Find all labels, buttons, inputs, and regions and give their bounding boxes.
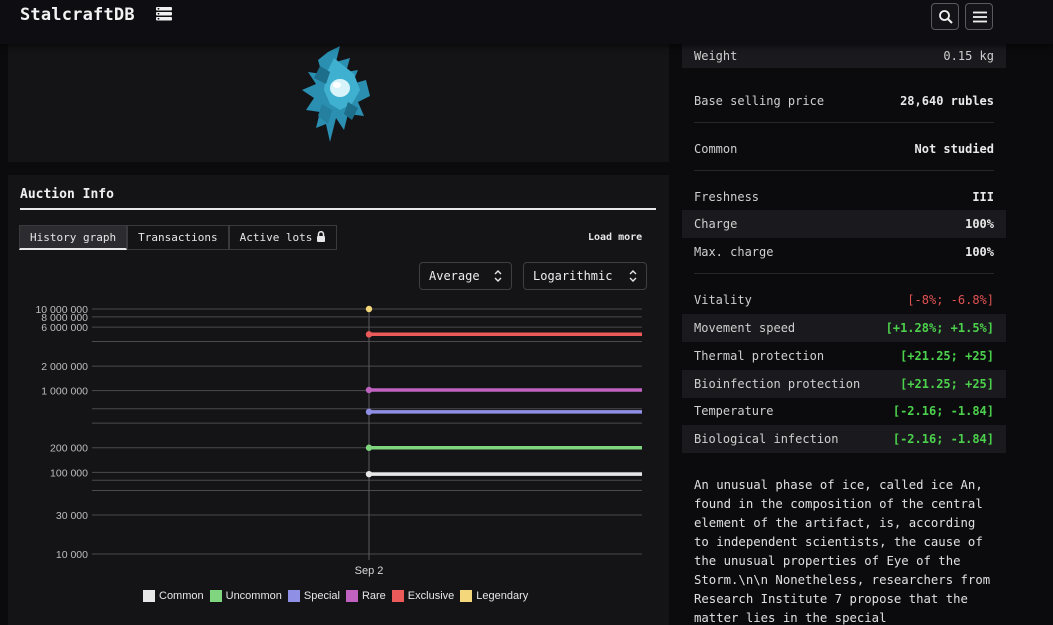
load-more-button[interactable]: Load more [588, 232, 642, 243]
y-tick-label: 200 000 [50, 443, 88, 455]
stat-bioinfection-protection: Bioinfection protection [+21.25; +25] [682, 370, 1006, 398]
item-image-panel [8, 44, 669, 162]
stat-biological-infection: Biological infection [-2.16; -1.84] [682, 425, 1006, 453]
item-description: An unusual phase of ice, called ice An, … [694, 478, 991, 625]
series-point-legendary [365, 305, 373, 313]
stat-temperature: Temperature [-2.16; -1.84] [694, 404, 994, 418]
auction-title: Auction Info [20, 187, 114, 202]
auction-panel: Auction Info History graph Transactions … [8, 175, 669, 625]
brand-logo[interactable]: StalcraftDB [20, 5, 135, 25]
x-tick-label: Sep 2 [355, 565, 384, 577]
search-icon [939, 10, 953, 24]
auction-title-underline [20, 208, 656, 210]
stat-weight: Weight 0.15 kg [682, 44, 1006, 68]
stat-movement-speed: Movement speed [+1.28%; +1.5%] [682, 314, 1006, 342]
stat-base-price: Base selling price 28,640 rubles [694, 94, 994, 108]
lock-icon [317, 231, 326, 242]
mode-select[interactable]: Average [419, 262, 512, 290]
legend-common[interactable]: Common [143, 589, 204, 603]
search-button[interactable] [931, 3, 959, 30]
stat-common: Common Not studied [694, 142, 994, 156]
legend-special[interactable]: Special [287, 589, 340, 603]
item-stats-panel: Weight 0.15 kg Base selling price 28,640 r… [682, 44, 1006, 625]
tab-history-graph[interactable]: History graph [19, 225, 128, 250]
auction-tabs: History graph Transactions Active lots [19, 225, 338, 250]
top-bar: StalcraftDB [0, 0, 1053, 44]
legend-legendary[interactable]: Legendary [460, 589, 528, 603]
chevron-updown-icon [494, 270, 502, 282]
series-point-exclusive [365, 331, 373, 338]
tab-transactions[interactable]: Transactions [127, 225, 229, 250]
y-tick-label: 6 000 000 [41, 322, 88, 334]
legend-exclusive[interactable]: Exclusive [391, 589, 454, 603]
y-tick-label: 30 000 [56, 510, 88, 522]
price-history-chart[interactable]: 10 000 0008 000 0006 000 0002 000 0001 0… [8, 297, 669, 587]
series-point-uncommon [365, 444, 373, 451]
stat-thermal-protection: Thermal protection [+21.25; +25] [694, 349, 994, 363]
series-point-common [365, 470, 373, 478]
scale-select[interactable]: Logarithmic [523, 262, 647, 290]
stat-vitality: Vitality [-8%; -6.8%] [694, 293, 994, 307]
y-tick-label: 100 000 [50, 467, 88, 479]
stat-max-charge: Max. charge 100% [694, 245, 994, 259]
tab-active-lots[interactable]: Active lots [228, 225, 338, 250]
stat-freshness: Freshness III [694, 190, 994, 204]
menu-icon [973, 11, 987, 23]
y-tick-label: 1 000 000 [41, 386, 88, 398]
divider [694, 273, 994, 274]
database-icon[interactable] [156, 7, 172, 21]
series-point-special [365, 408, 373, 416]
series-point-rare [365, 386, 373, 394]
chevron-updown-icon [629, 270, 637, 282]
legend-uncommon[interactable]: Uncommon [209, 589, 282, 603]
legend-rare[interactable]: Rare [345, 589, 386, 603]
divider [694, 122, 994, 123]
stat-charge: Charge 100% [682, 210, 1006, 238]
y-tick-label: 10 000 [56, 549, 88, 561]
menu-button[interactable] [965, 3, 993, 30]
artifact-image [302, 46, 370, 142]
divider [694, 170, 994, 171]
y-tick-label: 2 000 000 [41, 361, 88, 373]
chart-legend: Common Uncommon Special Rare Exclusive L… [143, 589, 528, 603]
